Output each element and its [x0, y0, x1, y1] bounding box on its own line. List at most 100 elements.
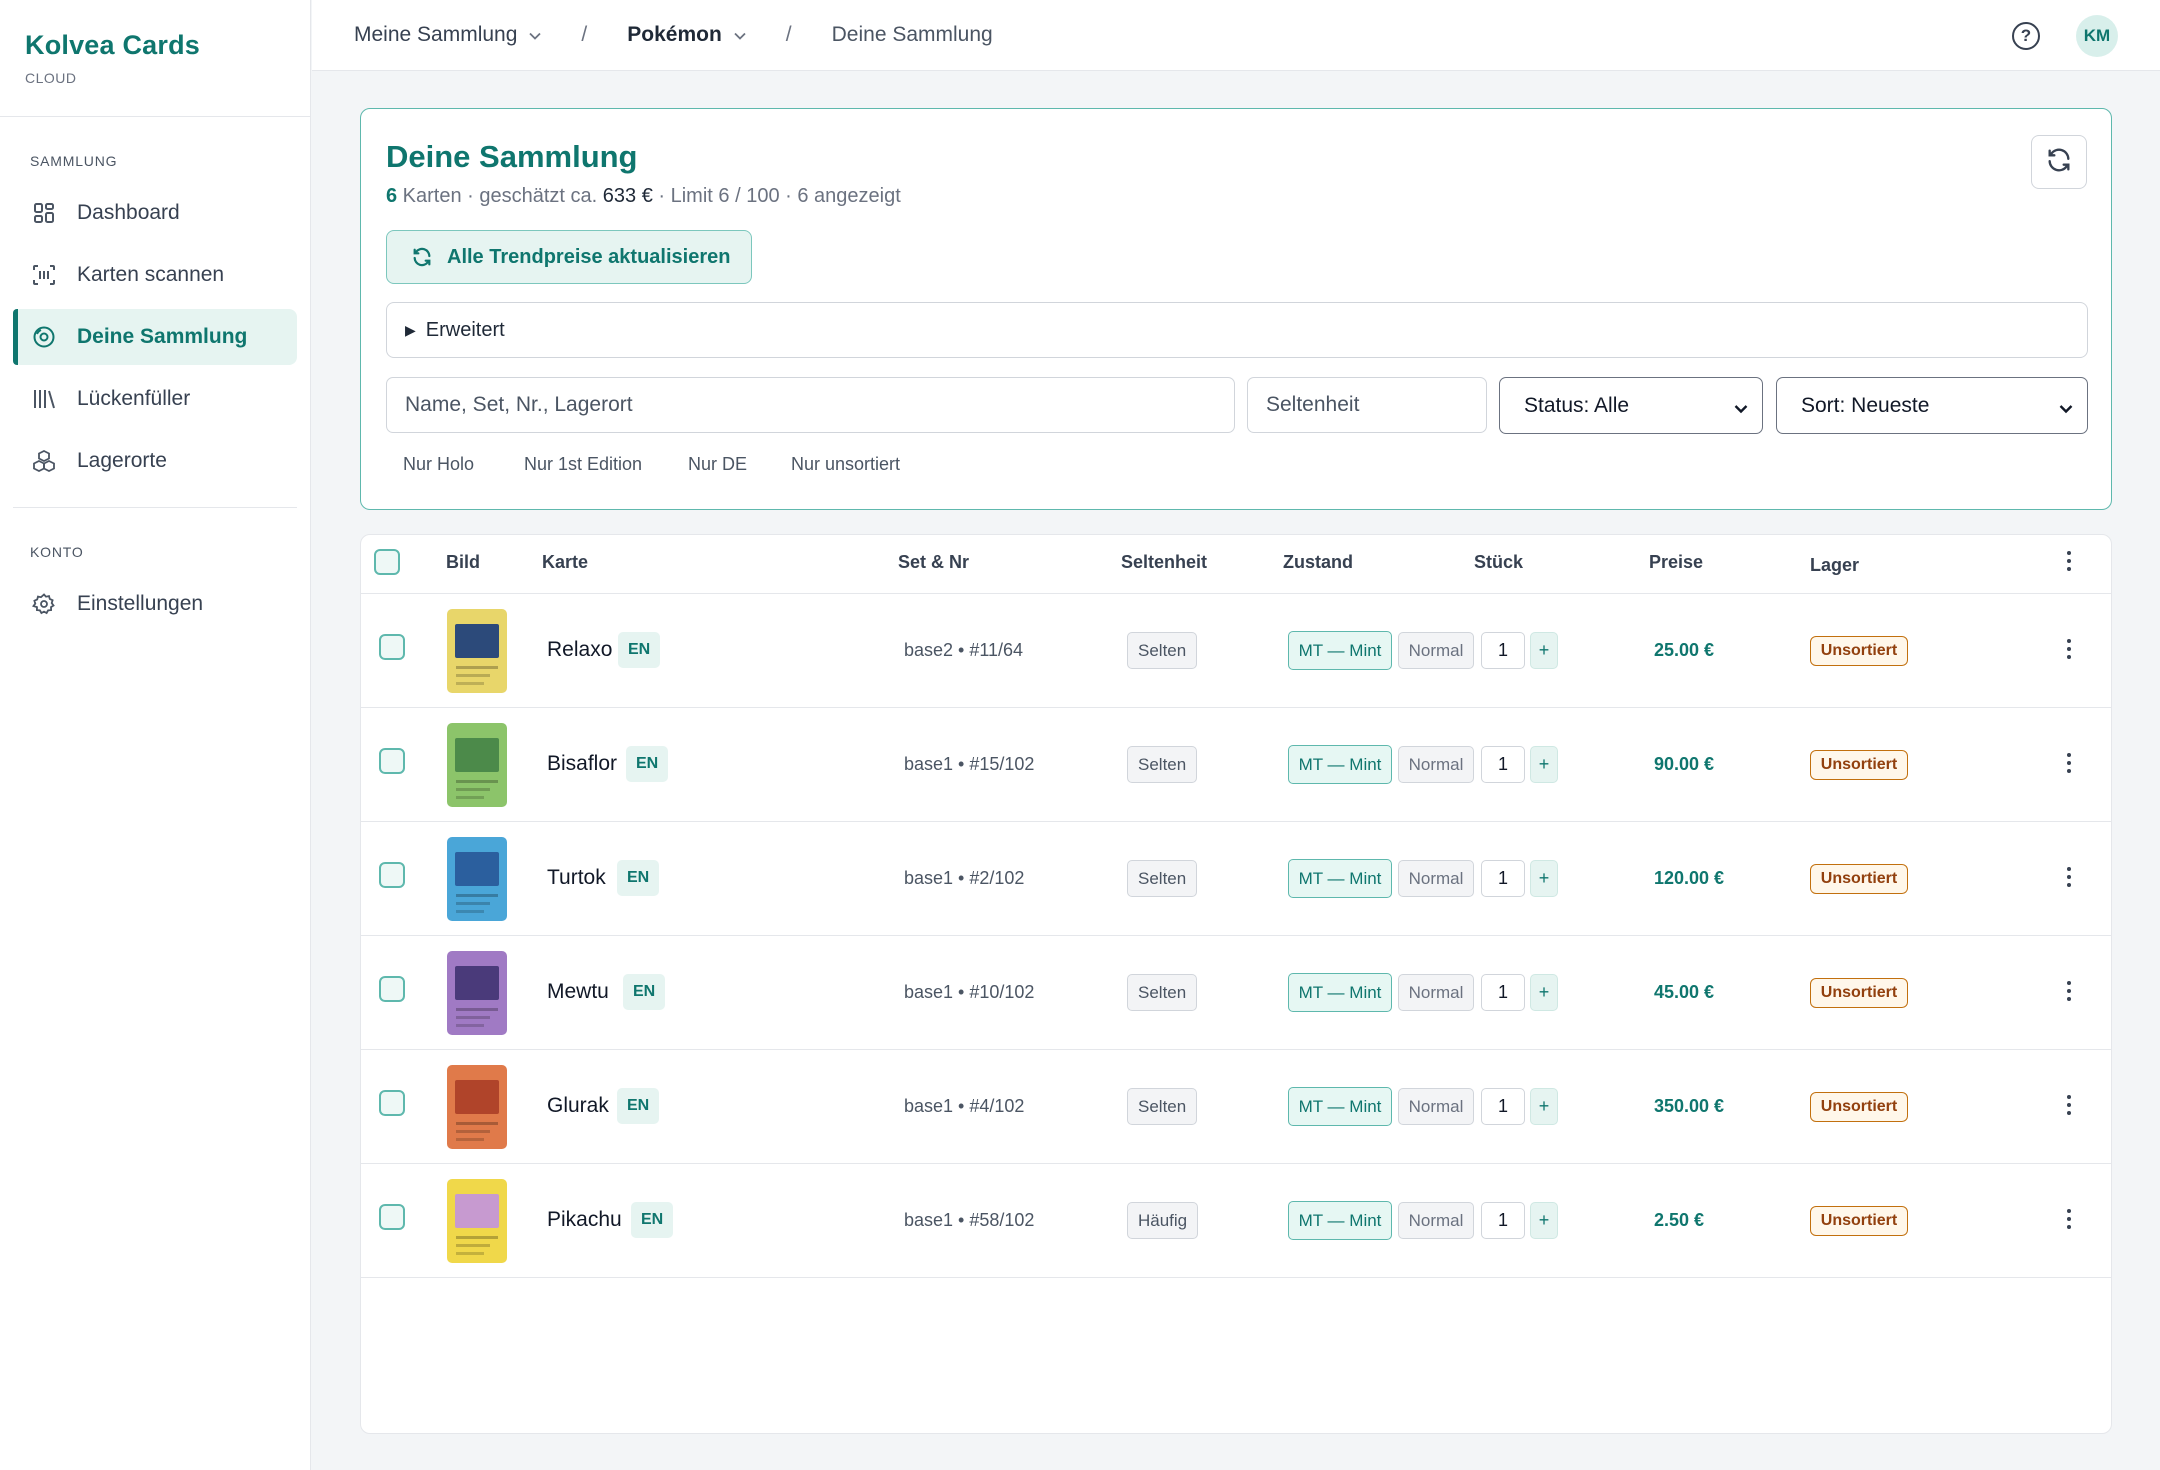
card-text-line — [456, 788, 490, 791]
column-header-set-nr[interactable]: Set & Nr — [898, 552, 969, 573]
card-name[interactable]: Glurak — [547, 1094, 609, 1118]
condition-select[interactable]: MT — Mint — [1288, 745, 1392, 784]
storage-location-badge[interactable]: Unsortiert — [1810, 636, 1908, 666]
column-header-lager[interactable]: Lager — [1810, 555, 1859, 576]
quantity-input[interactable]: 1 — [1481, 632, 1525, 669]
card-text-line — [456, 1138, 484, 1141]
breadcrumb-pokemon[interactable]: Pokémon — [627, 23, 746, 47]
sort-select[interactable]: Sort: Neueste — [1776, 377, 2088, 434]
table-row[interactable]: Turtok EN base1 • #2/102 Selten MT — Mint Nor… — [361, 822, 2111, 936]
column-header-zustand[interactable]: Zustand — [1283, 552, 1353, 573]
quantity-input[interactable]: 1 — [1481, 1202, 1525, 1239]
breadcrumb-meine-sammlung[interactable]: Meine Sammlung — [354, 23, 542, 47]
increment-quantity-button[interactable]: + — [1530, 632, 1558, 669]
storage-location-badge[interactable]: Unsortiert — [1810, 1206, 1908, 1236]
filter-only-1st-edition[interactable]: Nur 1st Edition — [524, 454, 642, 475]
row-checkbox[interactable] — [379, 634, 405, 660]
increment-quantity-button[interactable]: + — [1530, 1088, 1558, 1125]
storage-location-badge[interactable]: Unsortiert — [1810, 864, 1908, 894]
condition-select[interactable]: MT — Mint — [1288, 631, 1392, 670]
variant-select[interactable]: Normal — [1398, 860, 1474, 897]
search-input[interactable]: Name, Set, Nr., Lagerort — [386, 377, 1235, 433]
condition-select[interactable]: MT — Mint — [1288, 1087, 1392, 1126]
filter-only-de[interactable]: Nur DE — [688, 454, 747, 475]
column-header-stueck[interactable]: Stück — [1474, 552, 1523, 573]
increment-quantity-button[interactable]: + — [1530, 974, 1558, 1011]
card-name[interactable]: Bisaflor — [547, 752, 617, 776]
sidebar-item-karten-scannen[interactable]: Karten scannen — [13, 247, 297, 303]
card-thumbnail[interactable] — [447, 951, 507, 1035]
increment-quantity-button[interactable]: + — [1530, 746, 1558, 783]
sidebar-item-einstellungen[interactable]: Einstellungen — [13, 576, 297, 632]
card-name[interactable]: Turtok — [547, 866, 606, 890]
triangle-right-icon: ▶ — [405, 321, 416, 338]
select-all-checkbox[interactable] — [374, 549, 400, 575]
table-row[interactable]: Pikachu EN base1 • #58/102 Häufig MT — Mint N… — [361, 1164, 2111, 1278]
condition-select[interactable]: MT — Mint — [1288, 1201, 1392, 1240]
quantity-input[interactable]: 1 — [1481, 974, 1525, 1011]
table-row[interactable]: Bisaflor EN base1 • #15/102 Selten MT — Mint… — [361, 708, 2111, 822]
row-menu-icon[interactable] — [2066, 639, 2072, 659]
avatar[interactable]: KM — [2076, 15, 2118, 57]
increment-quantity-button[interactable]: + — [1530, 1202, 1558, 1239]
card-text-line — [456, 674, 490, 677]
advanced-filters-toggle[interactable]: ▶ Erweitert — [386, 302, 2088, 358]
condition-select[interactable]: MT — Mint — [1288, 973, 1392, 1012]
row-checkbox[interactable] — [379, 1090, 405, 1116]
status-select[interactable]: Status: Alle — [1499, 377, 1763, 434]
card-name[interactable]: Relaxo — [547, 638, 612, 662]
row-menu-icon[interactable] — [2066, 1095, 2072, 1115]
brand: Kolvea Cards CLOUD — [0, 0, 310, 117]
language-badge: EN — [618, 632, 661, 668]
row-checkbox[interactable] — [379, 862, 405, 888]
card-thumbnail[interactable] — [447, 609, 507, 693]
card-thumbnail[interactable] — [447, 723, 507, 807]
table-row[interactable]: Relaxo EN base2 • #11/64 Selten MT — Mint Nor… — [361, 594, 2111, 708]
sidebar-item-lagerorte[interactable]: Lagerorte — [13, 433, 297, 489]
row-checkbox[interactable] — [379, 1204, 405, 1230]
row-menu-icon[interactable] — [2066, 867, 2072, 887]
quantity-input[interactable]: 1 — [1481, 860, 1525, 897]
card-thumbnail[interactable] — [447, 837, 507, 921]
column-header-karte[interactable]: Karte — [542, 552, 588, 573]
sidebar-item-deine-sammlung[interactable]: Deine Sammlung — [13, 309, 297, 365]
column-header-preise[interactable]: Preise — [1649, 552, 1703, 573]
brand-title[interactable]: Kolvea Cards — [25, 30, 310, 61]
card-thumbnail[interactable] — [447, 1179, 507, 1263]
variant-select[interactable]: Normal — [1398, 632, 1474, 669]
quantity-input[interactable]: 1 — [1481, 1088, 1525, 1125]
filter-only-unsorted[interactable]: Nur unsortiert — [791, 454, 900, 475]
card-name[interactable]: Pikachu — [547, 1208, 622, 1232]
filter-only-holo[interactable]: Nur Holo — [403, 454, 474, 475]
sidebar-item-lueckenfueller[interactable]: Lückenfüller — [13, 371, 297, 427]
columns-menu-icon[interactable] — [2066, 551, 2072, 571]
update-trend-prices-button[interactable]: Alle Trendpreise aktualisieren — [386, 230, 752, 284]
refresh-button[interactable] — [2031, 135, 2087, 189]
language-badge: EN — [626, 746, 669, 782]
variant-select[interactable]: Normal — [1398, 746, 1474, 783]
row-menu-icon[interactable] — [2066, 753, 2072, 773]
table-row[interactable]: Mewtu EN base1 • #10/102 Selten MT — Mint Nor… — [361, 936, 2111, 1050]
card-name[interactable]: Mewtu — [547, 980, 609, 1004]
storage-location-badge[interactable]: Unsortiert — [1810, 978, 1908, 1008]
storage-location-badge[interactable]: Unsortiert — [1810, 750, 1908, 780]
row-menu-icon[interactable] — [2066, 1209, 2072, 1229]
rarity-input[interactable]: Seltenheit — [1247, 377, 1487, 433]
sidebar-item-dashboard[interactable]: Dashboard — [13, 185, 297, 241]
row-checkbox[interactable] — [379, 976, 405, 1002]
page-title: Deine Sammlung — [386, 139, 638, 174]
card-thumbnail[interactable] — [447, 1065, 507, 1149]
help-icon[interactable]: ? — [2012, 22, 2040, 50]
variant-select[interactable]: Normal — [1398, 1088, 1474, 1125]
row-checkbox[interactable] — [379, 748, 405, 774]
column-header-seltenheit[interactable]: Seltenheit — [1121, 552, 1207, 573]
variant-select[interactable]: Normal — [1398, 974, 1474, 1011]
quantity-input[interactable]: 1 — [1481, 746, 1525, 783]
trend-button-label: Alle Trendpreise aktualisieren — [447, 245, 731, 268]
condition-select[interactable]: MT — Mint — [1288, 859, 1392, 898]
increment-quantity-button[interactable]: + — [1530, 860, 1558, 897]
variant-select[interactable]: Normal — [1398, 1202, 1474, 1239]
table-row[interactable]: Glurak EN base1 • #4/102 Selten MT — Mint Nor… — [361, 1050, 2111, 1164]
row-menu-icon[interactable] — [2066, 981, 2072, 1001]
storage-location-badge[interactable]: Unsortiert — [1810, 1092, 1908, 1122]
